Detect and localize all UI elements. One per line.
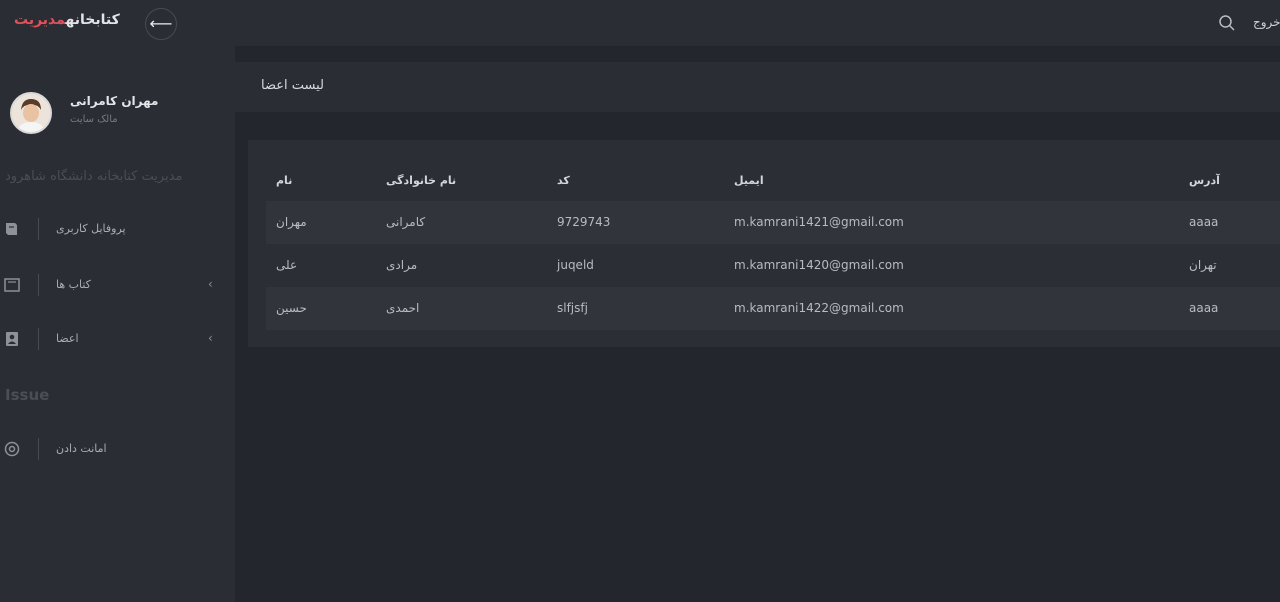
table-row[interactable]: حسین احمدی slfjsfj m.kamrani1422@gmail.c… [266,287,1280,330]
brand-text-library: کتابخانه [65,12,120,28]
sidebar-section-title: مدیریت کتابخانه دانشگاه شاهرود [5,169,183,184]
settings-icon [4,441,20,457]
brand-logo[interactable]: کتابخانهمدیریت [14,12,120,28]
sidebar-item-label: اعضا [56,332,79,345]
user-role: مالک سایت [70,114,118,125]
cell-first-name: حسین [276,301,307,315]
nav-divider [38,218,39,240]
nav-divider [38,328,39,350]
cell-code: 9729743 [557,215,611,229]
chevron-left-icon: ‹ [208,331,213,345]
cell-first-name: علی [276,258,298,272]
column-header-last-name[interactable]: نام خانوادگی [386,174,456,187]
books-icon [4,278,20,292]
table-row[interactable]: مهران کامرانی 9729743 m.kamrani1421@gmai… [266,201,1280,244]
column-header-first-name[interactable]: نام [276,174,292,187]
book-icon [6,223,17,235]
member-icon [6,332,18,346]
column-header-code[interactable]: کد [557,174,570,187]
cell-address: aaaa [1189,215,1219,229]
sidebar-item-label: کتاب ها [56,278,91,291]
search-icon[interactable] [1218,14,1236,32]
arrow-left-icon: ⟵ [149,14,173,33]
cell-address: aaaa [1189,301,1219,315]
top-bar: کتابخانهمدیریت ⟵ خروج [0,0,1280,46]
page-title: لیست اعضا [261,78,324,93]
logout-link[interactable]: خروج [1253,15,1280,29]
user-name: مهران کامرانی [70,94,159,108]
column-header-address[interactable]: آدرس [1189,174,1220,187]
sidebar-item-label: پروفایل کاربری [56,222,126,235]
cell-code: slfjsfj [557,301,588,315]
table-row[interactable]: علی مرادی juqeld m.kamrani1420@gmail.com… [266,244,1280,287]
avatar [10,92,52,134]
cell-code: juqeld [557,258,594,272]
table-header-row: نام نام خانوادگی کد ایمیل آدرس [266,158,1280,201]
cell-last-name: مرادی [386,258,418,272]
cell-address: تهران [1189,258,1217,272]
sidebar-item-members[interactable]: اعضا ‹ [0,322,235,358]
cell-email: m.kamrani1420@gmail.com [734,258,904,272]
sidebar: مهران کامرانی مالک سایت مدیریت کتابخانه … [0,46,235,602]
nav-divider [38,438,39,460]
cell-first-name: مهران [276,215,307,229]
sidebar-item-books[interactable]: کتاب ها ‹ [0,268,235,304]
chevron-left-icon: ‹ [208,277,213,291]
cell-last-name: کامرانی [386,215,426,229]
sidebar-toggle-button[interactable]: ⟵ [145,8,177,40]
brand-text-management: مدیریت [14,12,66,28]
cell-email: m.kamrani1421@gmail.com [734,215,904,229]
column-header-email[interactable]: ایمیل [734,174,764,187]
cell-last-name: احمدی [386,301,420,315]
sidebar-item-lend[interactable]: امانت دادن [0,432,235,468]
members-table: نام نام خانوادگی کد ایمیل آدرس مهران کام… [248,140,1280,347]
sidebar-item-label: امانت دادن [56,442,107,455]
nav-divider [38,274,39,296]
cell-email: m.kamrani1422@gmail.com [734,301,904,315]
page-header: لیست اعضا [235,62,1280,112]
sidebar-item-profile[interactable]: پروفایل کاربری [0,212,235,248]
sidebar-section-issue: Issue [5,386,50,404]
